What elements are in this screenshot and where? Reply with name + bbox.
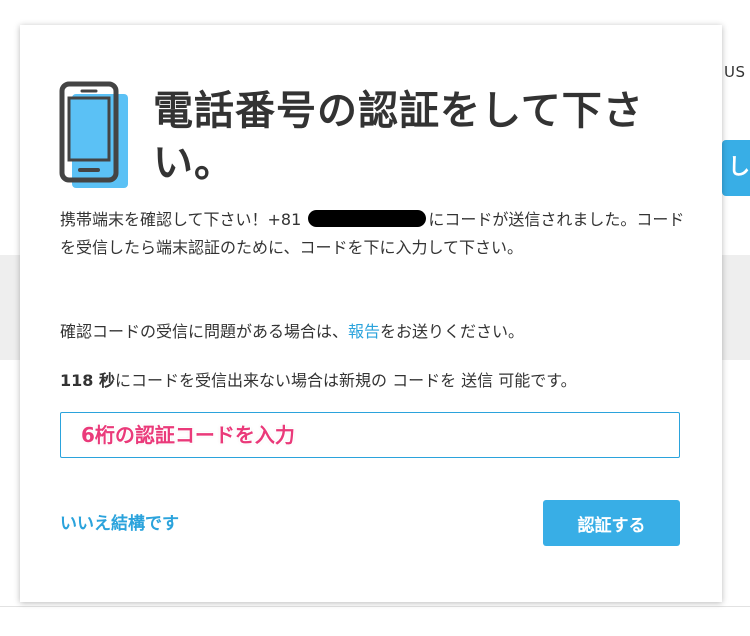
modal-title: 電話番号の認証をして下さい。 xyxy=(153,88,644,186)
report-message-suffix: をお送りください。 xyxy=(380,322,525,341)
sent-message-prefix: 携帯端末を確認して下さい！+81 xyxy=(60,210,302,229)
background-button: し xyxy=(722,140,750,196)
no-thanks-link[interactable]: いいえ結構です xyxy=(60,509,179,534)
background-divider xyxy=(0,606,750,607)
report-message: 確認コードの受信に問題がある場合は、報告をお送りください。 xyxy=(60,318,688,346)
sent-message: 携帯端末を確認して下さい！+81 にコードが送信されました。コードを受信したら端… xyxy=(60,206,688,262)
redacted-phone-number xyxy=(308,210,427,227)
report-message-prefix: 確認コードの受信に問題がある場合は、 xyxy=(60,322,349,341)
countdown-timer: 118 秒 xyxy=(60,371,115,390)
resend-message: 118 秒にコードを受信出来ない場合は新規の コードを 送信 可能です。 xyxy=(60,367,688,395)
resend-message-text: にコードを受信出来ない場合は新規の コードを 送信 可能です。 xyxy=(114,371,577,390)
smartphone-icon xyxy=(59,81,128,188)
background-nav-text: US xyxy=(724,63,746,81)
verify-button[interactable]: 認証する xyxy=(543,500,680,546)
phone-verification-modal: 電話番号の認証をして下さい。 携帯端末を確認して下さい！+81 にコードが送信さ… xyxy=(20,25,722,602)
report-link[interactable]: 報告 xyxy=(348,322,380,341)
verification-code-input[interactable] xyxy=(60,412,680,458)
